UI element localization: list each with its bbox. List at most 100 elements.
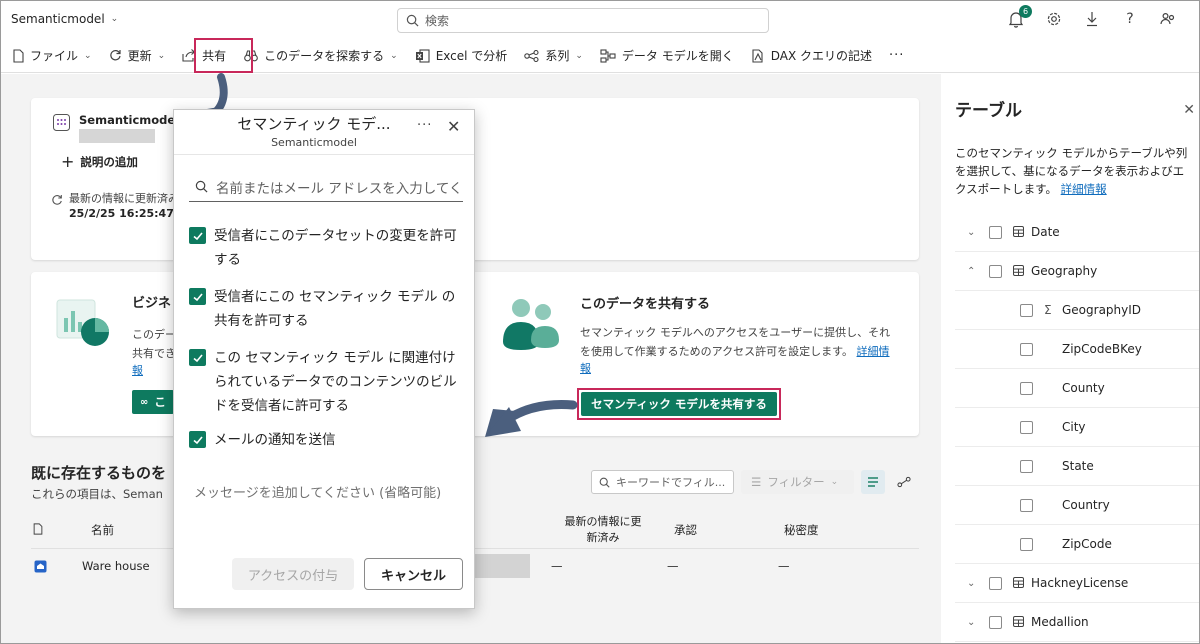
expand-caret-icon[interactable]: ⌃	[967, 266, 975, 277]
expand-caret-icon[interactable]: ⌄	[967, 617, 975, 628]
app-window: Semanticmodel ⌄ 検索 6 ? ファイル ⌄ 更新 ⌄ 共有 この…	[0, 0, 1200, 644]
column-header-refreshed[interactable]: 最新の情報に更新済み	[561, 514, 645, 546]
row-name[interactable]: Ware house	[82, 559, 150, 573]
close-icon[interactable]: ✕	[1183, 102, 1195, 118]
data-model-icon	[600, 48, 616, 63]
more-options-button[interactable]: ···	[889, 48, 904, 63]
gear-icon[interactable]	[1045, 9, 1063, 29]
tables-pane-link[interactable]: 詳細情報	[1061, 182, 1107, 196]
filter-button[interactable]: ☰ フィルター ⌄	[741, 470, 854, 494]
message-input[interactable]: メッセージを追加してください (省略可能)	[194, 482, 441, 501]
help-icon[interactable]: ?	[1121, 9, 1139, 29]
row-divider	[955, 641, 1199, 642]
table-tree-item[interactable]: County	[941, 370, 1199, 406]
checkbox[interactable]	[1020, 420, 1033, 434]
dialog-header-divider	[174, 154, 474, 155]
checkbox[interactable]	[989, 615, 1002, 629]
column-header-approval[interactable]: 承認	[674, 522, 697, 538]
share-card-desc-2: を使用して作業するためのアクセス許可を設定します。	[580, 345, 854, 358]
table-tree-label: HackneyLicense	[1031, 576, 1129, 590]
column-header-name[interactable]: 名前	[91, 522, 114, 538]
recipient-search-input[interactable]: 名前またはメール アドレスを入力してく	[189, 172, 463, 202]
option-label-line: ドを受信者に許可する	[214, 398, 349, 414]
dialog-title: セマンティック モデ...	[237, 115, 391, 133]
more-icon[interactable]: ···	[417, 118, 432, 133]
plus-icon: +	[61, 152, 75, 171]
create-report-label: こ	[154, 395, 166, 409]
permission-option[interactable]: 受信者にこの セマンティック モデル の共有を許可する	[189, 285, 464, 333]
checkbox[interactable]	[989, 576, 1002, 590]
workspace-switcher[interactable]: Semanticmodel ⌄	[11, 12, 118, 26]
table-tree-item[interactable]: ⌄ Medallion	[941, 604, 1199, 640]
app-title: Semanticmodel	[11, 12, 105, 26]
binoculars-icon: ∞	[140, 396, 149, 408]
checkbox[interactable]	[1020, 537, 1033, 551]
table-tree-label: Medallion	[1031, 615, 1089, 629]
lineage-view-icon[interactable]	[897, 476, 911, 488]
excel-analyze-button[interactable]: Excel で分析	[415, 47, 507, 64]
tables-pane-title: テーブル	[955, 101, 1022, 121]
lineage-button[interactable]: 系列 ⌄	[524, 47, 583, 64]
keyword-filter-input[interactable]: キーワードでフィル...	[591, 470, 734, 494]
checkbox-checked[interactable]	[189, 288, 206, 305]
chevron-down-icon: ⌄	[110, 14, 119, 24]
table-tree-item[interactable]: City	[941, 409, 1199, 445]
column-header-sensitivity[interactable]: 秘密度	[784, 522, 819, 538]
permission-option[interactable]: この セマンティック モデル に関連付け られているデータでのコンテンツのビル ドを…	[189, 346, 464, 418]
checkbox-checked[interactable]	[189, 431, 206, 448]
biz-card-link[interactable]: 報	[132, 362, 143, 378]
dax-query-icon	[752, 48, 763, 63]
explore-button[interactable]: このデータを探索する ⌄	[244, 47, 398, 64]
checkbox[interactable]	[989, 225, 1002, 239]
download-icon[interactable]	[1083, 9, 1101, 29]
cancel-button[interactable]: キャンセル	[364, 558, 463, 590]
table-tree-item[interactable]: ⌃ Geography	[941, 253, 1199, 289]
add-description-button[interactable]: + 説明の追加	[61, 152, 138, 171]
row-divider	[955, 485, 1199, 486]
warehouse-icon	[34, 560, 47, 573]
table-tree-item[interactable]: ⌄ HackneyLicense	[941, 565, 1199, 601]
permission-option[interactable]: メールの通知を送信	[189, 428, 464, 452]
checkbox-checked[interactable]	[189, 227, 206, 244]
add-description-label: 説明の追加	[80, 154, 138, 169]
checkbox[interactable]	[1020, 459, 1033, 473]
global-search[interactable]: 検索	[397, 8, 769, 33]
close-icon[interactable]: ✕	[447, 117, 460, 136]
share-card-link-2[interactable]: 報	[580, 360, 591, 376]
refresh-button[interactable]: 更新 ⌄	[109, 47, 166, 64]
notification-badge: 6	[1019, 5, 1032, 18]
list-view-button[interactable]	[861, 470, 885, 494]
expand-caret-icon[interactable]: ⌄	[967, 578, 975, 589]
tables-pane-description: このセマンティック モデルからテーブルや列を選択して、基になるデータを表示および…	[955, 144, 1195, 198]
top-icons: 6 ?	[1007, 5, 1177, 29]
bell-icon[interactable]: 6	[1007, 5, 1032, 29]
file-menu-button[interactable]: ファイル ⌄	[13, 47, 92, 64]
permission-option[interactable]: 受信者にこのデータセットの変更を許可 する	[189, 224, 464, 272]
create-report-button[interactable]: ∞ こ	[132, 390, 174, 414]
table-tree-item[interactable]: ⌄ Date	[941, 214, 1199, 250]
checkbox-checked[interactable]	[189, 349, 206, 366]
expand-caret-icon[interactable]: ⌄	[967, 227, 975, 238]
existing-section-title: 既に存在するものを	[31, 464, 167, 482]
table-tree-item[interactable]: Country	[941, 487, 1199, 523]
table-row[interactable]: Ware house — — —	[31, 550, 919, 584]
open-data-model-button[interactable]: データ モデルを開く	[600, 47, 734, 64]
chevron-down-icon: ⌄	[157, 50, 166, 61]
table-tree-item[interactable]: State	[941, 448, 1199, 484]
checkbox[interactable]	[989, 264, 1002, 278]
table-tree-item[interactable]: ZipCode	[941, 526, 1199, 562]
share-card-link[interactable]: 詳細情	[857, 345, 890, 358]
table-icon	[1013, 577, 1024, 591]
checkbox[interactable]	[1020, 381, 1033, 395]
checkbox[interactable]	[1020, 303, 1033, 317]
grant-access-button[interactable]: アクセスの付与	[232, 558, 354, 590]
checkbox[interactable]	[1020, 342, 1033, 356]
table-tree-item[interactable]: Σ GeographyID	[941, 292, 1199, 328]
dax-query-button[interactable]: DAX クエリの記述	[751, 47, 872, 64]
biz-card-desc-2: 共有でき	[132, 347, 176, 360]
option-label-line: メールの通知を送信	[214, 432, 336, 448]
table-tree-item[interactable]: ZipCodeBKey	[941, 331, 1199, 367]
row-sensitivity: —	[778, 559, 790, 573]
checkbox[interactable]	[1020, 498, 1033, 512]
people-icon[interactable]	[1159, 9, 1177, 29]
